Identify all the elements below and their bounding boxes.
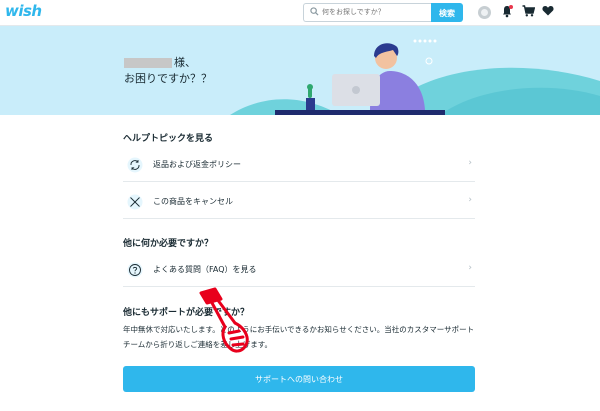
refresh-icon [127,157,143,173]
search-icon [310,7,319,16]
faq-link[interactable]: よくある質問（FAQ）を見る › [123,254,475,287]
search-button[interactable]: 検索 [431,3,463,22]
help-topics-title: ヘルプトピックを見る [123,134,214,144]
name-suffix: 様、 [174,56,196,69]
avatar[interactable] [478,6,491,19]
wish-logo[interactable]: wish [5,2,42,20]
cancel-x-icon [127,194,143,210]
help-topic-returns[interactable]: 返品および返金ポリシー › [123,149,475,182]
chevron-right-icon: › [468,195,472,205]
help-topic-cancel[interactable]: この商品をキャンセル › [123,186,475,219]
hero-subtitle: お困りですか？？ [124,72,212,85]
help-topic-label: この商品をキャンセル [153,197,233,206]
heart-icon[interactable] [542,5,554,16]
support-agent-illustration [275,39,445,115]
redacted-username [124,58,172,68]
top-navbar: wish 検索 [0,0,600,26]
greeting: 様、 お困りですか？？ [124,55,212,87]
support-description: 年中無休で対応いたします。どのようにお手伝いできるかお知らせください。当社のカス… [123,325,475,349]
pointing-hand-annotation [199,287,249,353]
faq-label: よくある質問（FAQ）を見る [153,265,257,274]
help-topic-label: 返品および返金ポリシー [153,160,241,169]
question-icon [127,262,143,278]
chevron-right-icon: › [468,158,472,168]
search-input[interactable] [322,5,427,19]
search-box[interactable] [303,3,431,22]
hero-banner: 様、 お困りですか？？ [0,26,600,115]
notification-badge [509,5,513,9]
contact-support-button[interactable]: サポートへの問い合わせ [123,366,475,392]
chevron-right-icon: › [468,263,472,273]
cart-icon[interactable] [522,5,535,17]
need-more-title: 他に何か必要ですか？ [123,239,214,249]
